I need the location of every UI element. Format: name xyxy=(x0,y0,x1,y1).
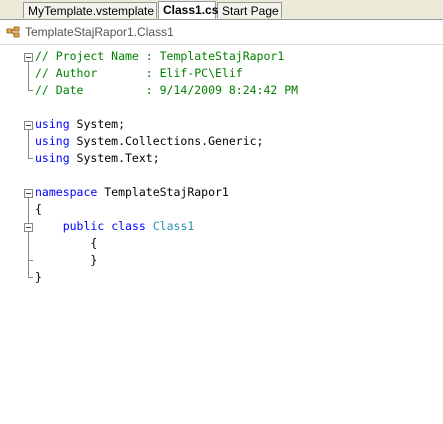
document-tab-strip: MyTemplate.vstemplate Class1.cs Start Pa… xyxy=(0,0,443,20)
keyword-namespace: namespace xyxy=(35,185,98,199)
tab-mytemplate-vstemplate[interactable]: MyTemplate.vstemplate xyxy=(23,2,157,18)
keyword-public: public xyxy=(62,219,105,233)
code-line-comment: // Date : 9/14/2009 8:24:42 PM xyxy=(35,83,299,97)
code-line-brace: } xyxy=(35,253,98,267)
code-line-using: using System.Text; xyxy=(35,150,160,167)
fold-end-marker xyxy=(28,90,33,91)
code-line-namespace: namespace TemplateStajRapor1 xyxy=(35,184,229,201)
collapse-region-toggle[interactable] xyxy=(24,189,33,198)
namespace-name: TemplateStajRapor1 xyxy=(97,185,229,199)
fold-guide xyxy=(28,62,29,90)
fold-guide xyxy=(28,198,29,277)
using-target: System.Text; xyxy=(69,151,160,165)
code-line-class: public class Class1 xyxy=(35,218,195,235)
keyword-using: using xyxy=(35,151,70,165)
code-line-brace: { xyxy=(35,236,98,250)
class-name: Class1 xyxy=(152,219,195,233)
tab-label: Class1.cs xyxy=(163,3,219,17)
tab-label: MyTemplate.vstemplate xyxy=(28,4,155,18)
tab-start-page[interactable]: Start Page xyxy=(217,2,282,18)
code-line-comment: // Project Name : TemplateStajRapor1 xyxy=(35,49,285,63)
code-editor[interactable]: // Project Name : TemplateStajRapor1 // … xyxy=(0,45,443,424)
type-navigation-bar[interactable]: TemplateStajRapor1.Class1 xyxy=(0,20,443,45)
using-target: System; xyxy=(69,117,126,131)
code-line-using: using System.Collections.Generic; xyxy=(35,133,264,150)
code-editor-window: MyTemplate.vstemplate Class1.cs Start Pa… xyxy=(0,0,443,424)
tab-label: Start Page xyxy=(222,4,279,18)
code-line-using: using System; xyxy=(35,116,125,133)
fold-end-marker xyxy=(28,277,33,278)
class-icon xyxy=(6,26,20,38)
fold-end-marker xyxy=(28,158,33,159)
keyword-using: using xyxy=(35,117,70,131)
tab-class1-cs[interactable]: Class1.cs xyxy=(158,1,219,19)
collapse-region-toggle[interactable] xyxy=(24,53,33,62)
type-navigation-label: TemplateStajRapor1.Class1 xyxy=(25,25,174,39)
fold-end-marker xyxy=(28,260,33,261)
keyword-class: class xyxy=(111,219,146,233)
collapse-region-toggle[interactable] xyxy=(24,121,33,130)
code-line-brace: { xyxy=(35,202,42,216)
using-target: System.Collections.Generic; xyxy=(69,134,264,148)
code-line-brace: } xyxy=(35,270,42,284)
code-line-comment: // Author : Elif-PC\Elif xyxy=(35,66,243,80)
collapse-region-toggle[interactable] xyxy=(24,223,33,232)
keyword-using: using xyxy=(35,134,70,148)
fold-guide xyxy=(28,130,29,158)
